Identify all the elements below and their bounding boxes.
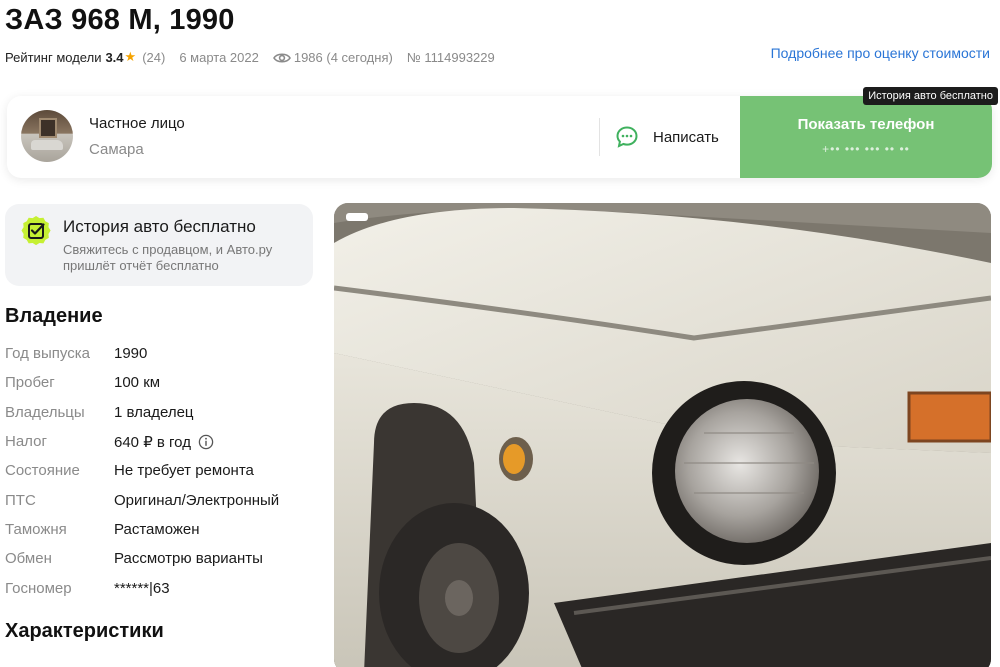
- views-count: 1986 (4 сегодня): [293, 49, 393, 65]
- spec-value: 1 владелец: [114, 403, 194, 421]
- car-photo-illustration: [334, 203, 991, 667]
- spec-label: Год выпуска: [5, 345, 90, 363]
- spec-value: Растаможен: [114, 520, 200, 538]
- spec-label: Состояние: [5, 462, 80, 480]
- ownership-heading: Владение: [5, 305, 103, 327]
- price-estimate-link[interactable]: Подробнее про оценку стоимости: [771, 45, 990, 61]
- avatar[interactable]: [21, 110, 73, 162]
- listing-date: 6 марта 2022: [179, 49, 259, 65]
- checkbox-badge-icon: [21, 216, 51, 246]
- history-title: История авто бесплатно: [63, 217, 256, 236]
- spec-label: Налог: [5, 433, 47, 451]
- info-icon[interactable]: [198, 434, 214, 450]
- listing-number: № 1114993229: [406, 49, 495, 65]
- spec-value: Оригинал/Электронный: [114, 491, 280, 509]
- spec-label: Таможня: [5, 520, 67, 538]
- write-message-button[interactable]: Написать: [615, 118, 719, 156]
- spec-value-tax: 640 ₽ в год: [114, 433, 214, 451]
- spec-row-exchange: Обмен Рассмотрю варианты: [5, 544, 315, 573]
- spec-label: Госномер: [5, 579, 72, 597]
- spec-label: ПТС: [5, 491, 36, 509]
- spec-row-customs: Таможня Растаможен: [5, 515, 315, 544]
- show-phone-button[interactable]: Показать телефон +•• ••• ••• •• ••: [740, 96, 992, 178]
- history-tooltip: История авто бесплатно: [863, 87, 998, 105]
- seller-card: Частное лицо Самара Написать Показать те…: [7, 96, 992, 178]
- spec-label: Обмен: [5, 550, 52, 568]
- eye-icon: [272, 53, 291, 63]
- car-photo[interactable]: [334, 203, 991, 667]
- spec-row-mileage: Пробег 100 км: [5, 368, 315, 397]
- history-card[interactable]: История авто бесплатно Свяжитесь с прода…: [5, 204, 313, 286]
- spec-label: Пробег: [5, 374, 55, 392]
- show-phone-label: Показать телефон: [797, 116, 935, 133]
- listing-meta: Рейтинг модели 3.4 ★ (24) 6 марта 2022 1…: [5, 49, 495, 65]
- spec-row-plate: Госномер ******|63: [5, 573, 315, 602]
- chat-bubble-icon: [616, 126, 638, 148]
- seller-city: Самара: [89, 141, 144, 158]
- rating-label: Рейтинг модели: [5, 49, 102, 65]
- spec-row-condition: Состояние Не требует ремонта: [5, 456, 315, 485]
- rating-count[interactable]: (24): [142, 50, 165, 65]
- spec-value: 100 км: [114, 374, 161, 392]
- spec-value: Рассмотрю варианты: [114, 550, 263, 568]
- spec-row-pts: ПТС Оригинал/Электронный: [5, 485, 315, 514]
- page-title: ЗАЗ 968 М, 1990: [5, 4, 235, 36]
- spec-value: ******|63: [114, 579, 170, 597]
- spec-value: Не требует ремонта: [114, 462, 254, 480]
- spec-value: 1990: [114, 345, 148, 363]
- spec-row-tax: Налог 640 ₽ в год: [5, 427, 315, 456]
- spec-row-year: Год выпуска 1990: [5, 339, 315, 368]
- divider: [599, 118, 600, 156]
- star-icon: ★: [124, 49, 137, 64]
- spec-row-owners: Владельцы 1 владелец: [5, 398, 315, 427]
- spec-label: Владельцы: [5, 403, 85, 421]
- tax-value: 640 ₽ в год: [114, 433, 191, 451]
- rating-value: 3.4: [105, 49, 124, 65]
- phone-mask: +•• ••• ••• •• ••: [822, 142, 910, 156]
- views-counter: 1986 (4 сегодня): [272, 49, 393, 65]
- photo-badge: [346, 213, 368, 221]
- characteristics-heading: Характеристики: [5, 620, 164, 642]
- history-subtitle: Свяжитесь с продавцом, и Авто.ру пришлёт…: [63, 242, 273, 273]
- write-label: Написать: [653, 128, 719, 146]
- seller-name: Частное лицо: [89, 115, 185, 132]
- ownership-specs: Год выпуска 1990 Пробег 100 км Владельцы…: [5, 339, 315, 603]
